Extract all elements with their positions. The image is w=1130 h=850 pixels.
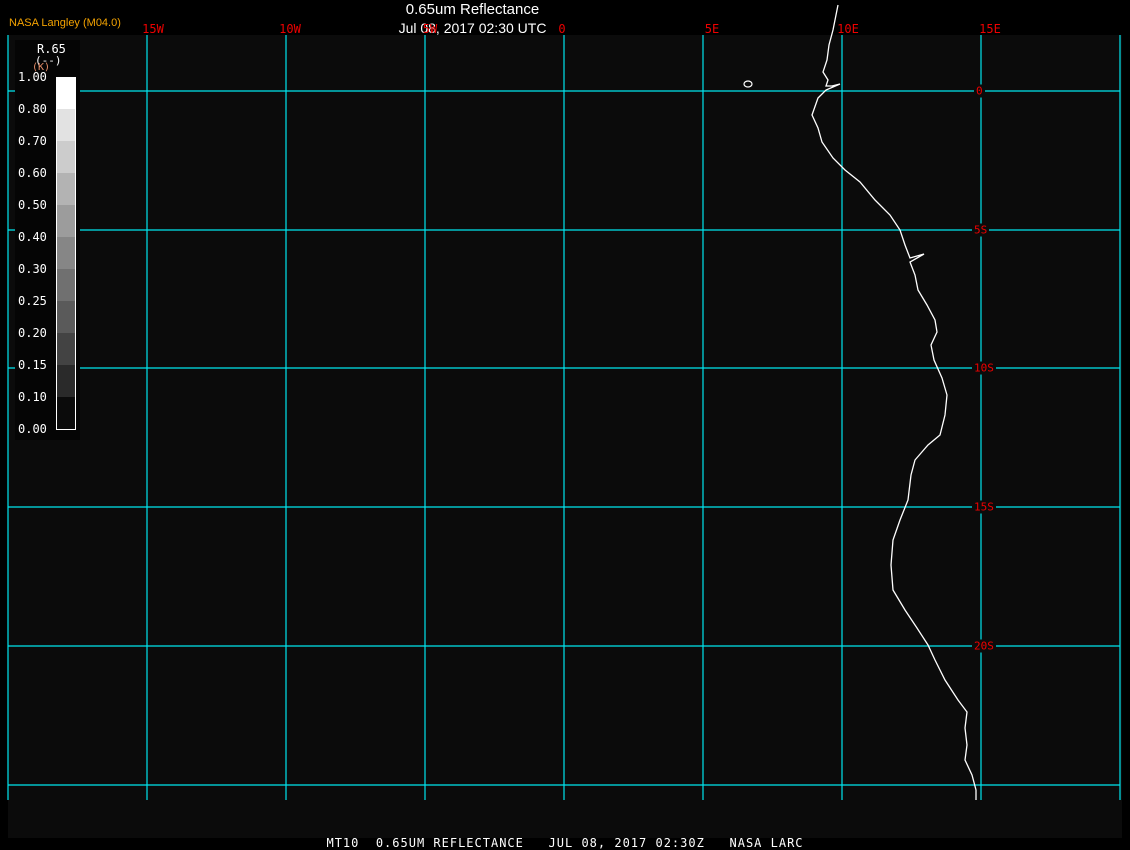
colorbar-bin	[57, 397, 75, 429]
colorbar-bin	[57, 141, 75, 173]
colorbar-bin	[57, 333, 75, 365]
lon-label: 15W	[142, 22, 164, 36]
colorbar-bin	[57, 301, 75, 333]
legend-tick-label: 0.00	[18, 422, 47, 436]
lat-label: 0	[974, 84, 985, 98]
image-title: 0.65um Reflectance	[405, 1, 540, 18]
map-overlay	[7, 4, 1121, 800]
brand-label: NASA Langley (M04.0)	[9, 17, 121, 29]
colorbar-bin	[57, 205, 75, 237]
coastline	[811, 4, 977, 800]
colorbar-bin	[57, 365, 75, 397]
colorbar-bin	[57, 173, 75, 205]
lon-label: 0	[558, 22, 566, 36]
island	[743, 80, 753, 88]
lon-label: 10E	[837, 22, 859, 36]
legend-tick-label: 0.15	[18, 358, 47, 372]
legend-tick-label: 0.20	[18, 326, 47, 340]
lon-label: 5E	[704, 22, 720, 36]
graticule	[7, 35, 1121, 800]
legend-tick-label: 0.25	[18, 294, 47, 308]
colorbar-bin	[57, 77, 75, 109]
colorbar	[56, 77, 76, 430]
colorbar-bin	[57, 269, 75, 301]
lat-label: 10S	[972, 361, 996, 375]
color-legend: R.65 (--) (K) 1.00 0.80 0.70 0.60 0.50 0.40 0.…	[15, 40, 80, 440]
colorbar-bin	[57, 109, 75, 141]
legend-tick-label: 0.10	[18, 390, 47, 404]
legend-tick-label: 1.00	[18, 70, 47, 84]
legend-tick-label: 0.70	[18, 134, 47, 148]
colorbar-bin	[57, 237, 75, 269]
footer-caption: MT10 0.65UM REFLECTANCE JUL 08, 2017 02:…	[326, 836, 804, 850]
lat-label: 20S	[972, 639, 996, 653]
legend-tick-label: 0.40	[18, 230, 47, 244]
lon-label: 5W	[422, 22, 438, 36]
legend-tick-label: 0.60	[18, 166, 47, 180]
legend-tick-label: 0.50	[18, 198, 47, 212]
lon-label: 10W	[279, 22, 301, 36]
lat-label: 15S	[972, 500, 996, 514]
lat-label: 5S	[972, 223, 990, 237]
lon-label: 15E	[979, 22, 1001, 36]
legend-tick-label: 0.80	[18, 102, 47, 116]
legend-tick-label: 0.30	[18, 262, 47, 276]
